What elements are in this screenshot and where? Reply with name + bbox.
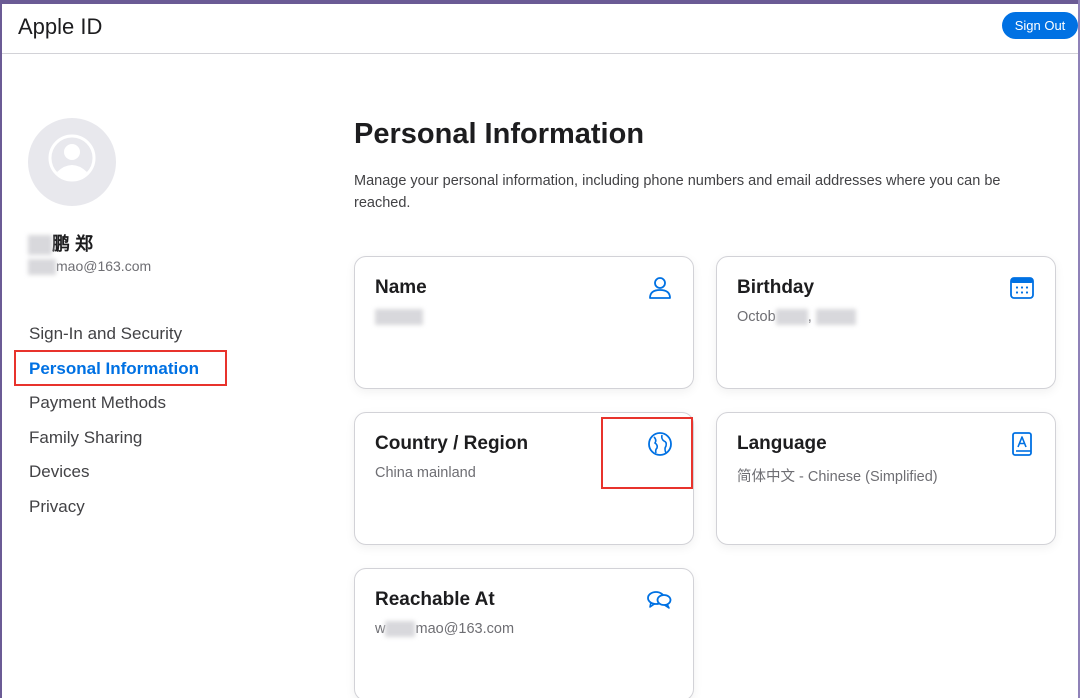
sidebar-item-privacy[interactable]: Privacy xyxy=(16,491,266,526)
page-description: Manage your personal information, includ… xyxy=(354,173,1001,211)
redacted-name-value xyxy=(375,309,423,326)
window-frame-left xyxy=(0,0,2,698)
reachable-at-card-title: Reachable At xyxy=(375,589,495,610)
language-card[interactable]: Language 简体中文 - Chinese (Simplified) xyxy=(716,412,1056,545)
sidebar-item-family-sharing[interactable]: Family Sharing xyxy=(16,422,266,457)
birthday-month-text: Octob xyxy=(737,309,776,325)
sidebar-item-sign-in-security[interactable]: Sign-In and Security xyxy=(16,318,266,353)
birthday-separator: , xyxy=(807,309,812,325)
page-title: Personal Information xyxy=(354,118,645,150)
person-silhouette-icon xyxy=(48,134,96,182)
top-header: Apple ID Sign Out xyxy=(2,4,1078,54)
name-card-value xyxy=(375,309,423,326)
name-card-title: Name xyxy=(375,277,427,298)
user-email-text: mao@163.com xyxy=(56,258,152,274)
redacted-name xyxy=(28,235,52,256)
globe-icon xyxy=(648,432,672,456)
country-region-card[interactable]: Country / Region China mainland xyxy=(354,412,694,545)
user-name-text: 鹏 郑 xyxy=(52,234,94,254)
chat-bubbles-icon xyxy=(647,591,672,609)
sidebar-item-personal-information[interactable]: Personal Information xyxy=(16,353,266,388)
language-card-title: Language xyxy=(737,433,827,454)
user-email: mao@163.com xyxy=(28,258,152,276)
name-card[interactable]: Name xyxy=(354,256,694,389)
sign-out-button[interactable]: Sign Out xyxy=(1002,12,1078,39)
app-title: Apple ID xyxy=(18,14,103,39)
book-icon xyxy=(1012,432,1032,456)
language-card-value: 简体中文 - Chinese (Simplified) xyxy=(737,469,938,485)
birthday-card-value: Octob, xyxy=(737,309,856,326)
country-region-card-value: China mainland xyxy=(375,465,476,481)
reachable-at-card[interactable]: Reachable At w mao@163.com xyxy=(354,568,694,698)
calendar-icon xyxy=(1010,277,1034,299)
person-icon xyxy=(649,277,671,299)
redacted-birthday-day xyxy=(775,309,808,326)
birthday-card-title: Birthday xyxy=(737,277,815,298)
reachable-email-suffix: mao@163.com xyxy=(415,621,515,637)
reachable-at-card-value: w mao@163.com xyxy=(375,621,515,638)
birthday-card[interactable]: Birthday Octob, xyxy=(716,256,1056,389)
sidebar-item-payment-methods[interactable]: Payment Methods xyxy=(16,387,266,422)
redacted-birthday-year xyxy=(815,309,856,326)
redacted-reachable-email xyxy=(385,621,416,638)
user-name: 鹏 郑 xyxy=(28,230,93,256)
country-region-card-title: Country / Region xyxy=(375,433,529,454)
redacted-email xyxy=(28,259,56,276)
avatar[interactable] xyxy=(28,118,116,206)
sidebar-nav: Sign-In and Security Personal Informatio… xyxy=(14,318,266,526)
reachable-email-prefix: w xyxy=(375,621,386,637)
sidebar-item-devices[interactable]: Devices xyxy=(16,456,266,491)
